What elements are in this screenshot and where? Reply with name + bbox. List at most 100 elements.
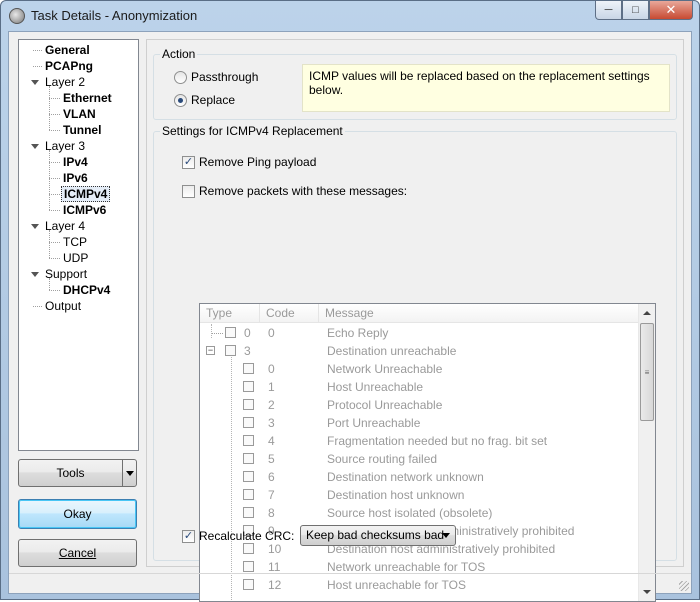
tree-connector bbox=[49, 230, 50, 258]
maximize-icon[interactable]: □ bbox=[622, 1, 649, 20]
icmpv4-settings-group: Settings for ICMPv4 Replacement ✓ Remove… bbox=[153, 124, 677, 602]
passthrough-radio[interactable]: Passthrough bbox=[174, 69, 258, 85]
row-checkbox[interactable] bbox=[243, 543, 254, 554]
row-checkbox[interactable] bbox=[243, 435, 254, 446]
column-header-code[interactable]: Code bbox=[260, 304, 319, 323]
tree-item-udp[interactable]: UDP bbox=[61, 250, 90, 266]
table-row[interactable]: 1 Host Unreachable bbox=[200, 378, 639, 396]
scroll-up-icon[interactable] bbox=[643, 311, 651, 315]
close-icon[interactable]: ✕ bbox=[649, 1, 693, 20]
tree-item-ethernet[interactable]: Ethernet bbox=[61, 90, 114, 106]
tree-item-output[interactable]: Output bbox=[43, 298, 83, 314]
status-bar bbox=[9, 573, 691, 593]
row-code: 3 bbox=[268, 416, 275, 430]
table-row[interactable]: 5 Source routing failed bbox=[200, 450, 639, 468]
table-row[interactable]: 4 Fragmentation needed but no frag. bit s… bbox=[200, 432, 639, 450]
tree-connector bbox=[49, 178, 60, 179]
recalculate-crc-row[interactable]: ✓ Recalculate CRC: bbox=[182, 528, 294, 544]
tree-item-tunnel[interactable]: Tunnel bbox=[61, 122, 103, 138]
tree-connector bbox=[49, 278, 50, 290]
replace-radio-button[interactable] bbox=[174, 93, 187, 107]
row-code: 6 bbox=[268, 470, 275, 484]
tools-button[interactable]: Tools bbox=[18, 459, 137, 487]
table-row[interactable]: 0 Network Unreachable bbox=[200, 360, 639, 378]
row-code: 1 bbox=[268, 380, 275, 394]
tree-item-icmpv6[interactable]: ICMPv6 bbox=[61, 202, 108, 218]
row-checkbox[interactable] bbox=[243, 363, 254, 374]
tree-connector bbox=[33, 306, 42, 307]
row-checkbox[interactable] bbox=[243, 507, 254, 518]
table-row[interactable]: 2 Protocol Unreachable bbox=[200, 396, 639, 414]
collapse-icon[interactable]: − bbox=[206, 346, 215, 355]
tree-expander-icon[interactable] bbox=[31, 272, 39, 277]
remove-ping-payload-row[interactable]: ✓ Remove Ping payload bbox=[182, 154, 316, 170]
dialog-window: Task Details - Anonymization ─ □ ✕ Gener… bbox=[0, 0, 700, 602]
row-checkbox[interactable] bbox=[243, 453, 254, 464]
tree-item-label: DHCPv4 bbox=[63, 283, 111, 297]
row-checkbox[interactable] bbox=[225, 327, 236, 338]
tree-item-ipv6[interactable]: IPv6 bbox=[61, 170, 90, 186]
icmp-message-table[interactable]: Type Code Message 0 0 Echo Reply − 3 Destinat… bbox=[199, 303, 656, 602]
table-row[interactable]: 8 Source host isolated (obsolete) bbox=[200, 504, 639, 522]
row-message: Destination host unknown bbox=[327, 488, 465, 502]
cancel-button[interactable]: Cancel bbox=[18, 539, 137, 567]
table-scrollbar[interactable]: ≡ bbox=[638, 304, 655, 601]
row-checkbox[interactable] bbox=[225, 345, 236, 356]
replace-radio[interactable]: Replace bbox=[174, 92, 235, 108]
tree-expander-icon[interactable] bbox=[31, 144, 39, 149]
remove-ping-payload-checkbox[interactable]: ✓ bbox=[182, 155, 195, 169]
tree-item-ipv4[interactable]: IPv4 bbox=[61, 154, 90, 170]
dialog-client: General PCAPng Layer 2 Ethernet VLAN Tunnel La… bbox=[8, 31, 692, 602]
row-message: Host Unreachable bbox=[327, 380, 424, 394]
window-title: Task Details - Anonymization bbox=[31, 8, 198, 23]
row-checkbox[interactable] bbox=[243, 471, 254, 482]
tree-item-pcapng[interactable]: PCAPng bbox=[43, 58, 95, 74]
tree-item-dhcpv4[interactable]: DHCPv4 bbox=[61, 282, 112, 298]
tree-connector bbox=[49, 98, 60, 99]
remove-packets-label: Remove packets with these messages: bbox=[199, 184, 408, 198]
column-header-message[interactable]: Message bbox=[319, 304, 639, 323]
minimize-icon[interactable]: ─ bbox=[595, 1, 622, 20]
tree-item-vlan[interactable]: VLAN bbox=[61, 106, 98, 122]
row-checkbox[interactable] bbox=[243, 561, 254, 572]
row-type: 3 bbox=[244, 344, 251, 358]
tree-item-general[interactable]: General bbox=[43, 42, 92, 58]
tree-item-tcp[interactable]: TCP bbox=[61, 234, 89, 250]
settings-tree[interactable]: General PCAPng Layer 2 Ethernet VLAN Tunnel La… bbox=[18, 39, 139, 451]
tree-item-label: IPv4 bbox=[63, 155, 88, 169]
okay-button[interactable]: Okay bbox=[18, 499, 137, 529]
tree-connector bbox=[211, 333, 223, 334]
scroll-thumb[interactable]: ≡ bbox=[640, 323, 654, 421]
tree-connector bbox=[211, 324, 212, 338]
row-message: Destination unreachable bbox=[327, 344, 457, 358]
recalculate-crc-checkbox[interactable]: ✓ bbox=[182, 529, 195, 543]
row-checkbox[interactable] bbox=[243, 417, 254, 428]
title-bar[interactable]: Task Details - Anonymization ─ □ ✕ bbox=[1, 1, 699, 31]
row-checkbox[interactable] bbox=[243, 489, 254, 500]
table-row[interactable]: 0 0 Echo Reply bbox=[200, 324, 639, 342]
tree-item-label: PCAPng bbox=[45, 59, 93, 73]
row-code: 2 bbox=[268, 398, 275, 412]
tree-item-icmpv4[interactable]: ICMPv4 bbox=[61, 186, 111, 202]
table-row[interactable]: 3 Port Unreachable bbox=[200, 414, 639, 432]
tools-dropdown-arrow[interactable] bbox=[122, 460, 136, 486]
resize-grip-icon[interactable] bbox=[679, 581, 689, 591]
tree-expander-icon[interactable] bbox=[31, 80, 39, 85]
row-code: 4 bbox=[268, 434, 275, 448]
remove-packets-checkbox[interactable] bbox=[182, 184, 195, 198]
column-header-type[interactable]: Type bbox=[200, 304, 260, 323]
row-checkbox[interactable] bbox=[243, 381, 254, 392]
passthrough-radio-button[interactable] bbox=[174, 70, 187, 84]
tree-connector bbox=[49, 162, 60, 163]
tree-connector bbox=[231, 357, 232, 601]
table-row[interactable]: 7 Destination host unknown bbox=[200, 486, 639, 504]
row-message: Port Unreachable bbox=[327, 416, 421, 430]
tree-expander-icon[interactable] bbox=[31, 224, 39, 229]
tree-item-label: Ethernet bbox=[63, 91, 112, 105]
window-controls: ─ □ ✕ bbox=[595, 1, 693, 21]
crc-mode-select[interactable]: Keep bad checksums bad bbox=[300, 525, 456, 546]
table-row[interactable]: 6 Destination network unknown bbox=[200, 468, 639, 486]
table-row[interactable]: − 3 Destination unreachable bbox=[200, 342, 639, 360]
remove-packets-row[interactable]: Remove packets with these messages: bbox=[182, 183, 407, 199]
row-checkbox[interactable] bbox=[243, 399, 254, 410]
